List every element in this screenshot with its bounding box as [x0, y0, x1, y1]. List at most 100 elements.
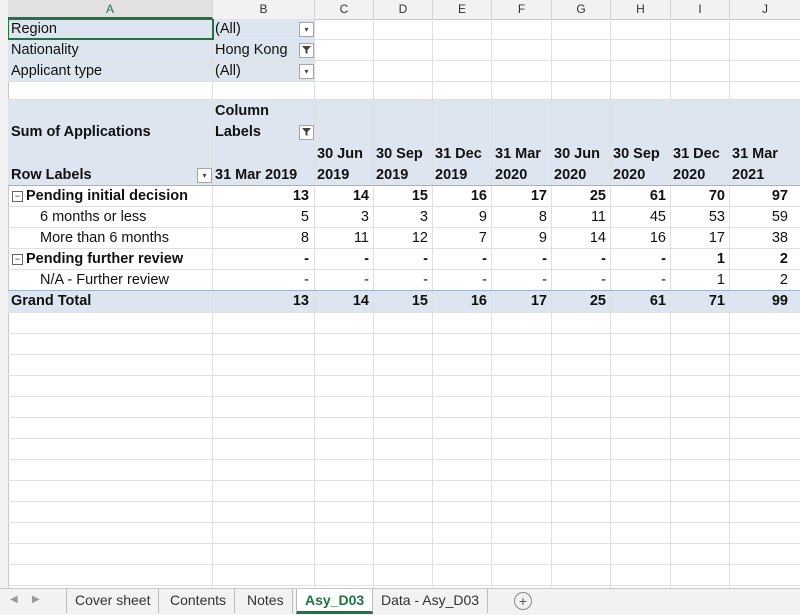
value-cell[interactable]: 16 — [611, 228, 666, 248]
value-cell[interactable]: 9 — [433, 207, 487, 227]
column-labels-filter-button[interactable] — [299, 125, 314, 140]
value-cell[interactable]: 8 — [492, 207, 547, 227]
column-header-g[interactable]: G — [552, 0, 611, 19]
column-header-h[interactable]: H — [611, 0, 671, 19]
grand-total-label: Grand Total — [11, 293, 92, 309]
value-cell[interactable]: 11 — [315, 228, 369, 248]
value-cell[interactable]: 38 — [730, 228, 788, 248]
period-header-4-top: 31 Dec — [435, 146, 482, 162]
scroll-tabs-left-icon[interactable]: ◀ — [10, 594, 18, 605]
value-cell[interactable]: 61 — [611, 186, 666, 206]
column-labels-line2: Labels — [215, 124, 261, 140]
row-label-group[interactable]: − Pending initial decision — [12, 186, 188, 206]
filter-label-nationality: Nationality — [11, 42, 79, 58]
value-cell[interactable]: - — [611, 249, 666, 269]
value-cell[interactable]: - — [552, 249, 606, 269]
filter-value-region[interactable]: (All) — [215, 19, 241, 39]
value-cell[interactable]: 3 — [374, 207, 428, 227]
grand-total-cell[interactable]: 17 — [492, 291, 547, 311]
row-label-item: 6 months or less — [40, 209, 147, 225]
value-cell[interactable]: - — [315, 249, 369, 269]
value-cell[interactable]: 16 — [433, 186, 487, 206]
value-cell[interactable]: 7 — [433, 228, 487, 248]
value-cell[interactable]: 8 — [213, 228, 309, 248]
value-cell[interactable]: 3 — [315, 207, 369, 227]
value-cell[interactable]: 17 — [671, 228, 725, 248]
row-label-item: N/A - Further review — [40, 272, 169, 288]
value-cell[interactable]: - — [374, 270, 428, 290]
tab-asy-d03[interactable]: Asy_D03 — [296, 589, 374, 614]
value-cell[interactable]: 1 — [671, 270, 725, 290]
column-header-a[interactable]: A — [8, 0, 213, 19]
filter-value-applicant-type[interactable]: (All) — [215, 61, 241, 81]
column-header-i[interactable]: I — [671, 0, 730, 19]
dropdown-icon[interactable]: ▾ — [299, 22, 314, 37]
value-cell[interactable]: - — [492, 249, 547, 269]
value-cell[interactable]: 70 — [671, 186, 725, 206]
filter-value-nationality[interactable]: Hong Kong — [215, 40, 288, 60]
tab-data-asy-d03[interactable]: Data - Asy_D03 — [373, 589, 489, 613]
value-cell[interactable]: - — [433, 249, 487, 269]
value-cell[interactable]: - — [492, 270, 547, 290]
value-cell[interactable]: - — [213, 270, 309, 290]
period-header-2-top: 30 Jun — [317, 146, 363, 162]
dropdown-icon[interactable]: ▾ — [299, 64, 314, 79]
column-header-e[interactable]: E — [433, 0, 492, 19]
grand-total-cell[interactable]: 61 — [611, 291, 666, 311]
collapse-icon[interactable]: − — [12, 191, 23, 202]
value-cell[interactable]: - — [433, 270, 487, 290]
grand-total-cell[interactable]: 13 — [213, 291, 309, 311]
value-cell[interactable]: 2 — [730, 270, 788, 290]
grand-total-cell[interactable]: 16 — [433, 291, 487, 311]
grand-total-cell[interactable]: 99 — [730, 291, 788, 311]
period-header-5-top: 31 Mar — [495, 146, 541, 162]
period-header-2-bottom: 2019 — [317, 167, 350, 183]
filter-icon[interactable] — [299, 43, 314, 58]
collapse-icon[interactable]: − — [12, 254, 23, 265]
value-cell[interactable]: 53 — [671, 207, 725, 227]
tab-cover-sheet[interactable]: Cover sheet — [66, 589, 160, 613]
grand-total-cell[interactable]: 15 — [374, 291, 428, 311]
value-cell[interactable]: 45 — [611, 207, 666, 227]
value-cell[interactable]: 11 — [552, 207, 606, 227]
tab-notes[interactable]: Notes — [239, 589, 293, 613]
value-cell[interactable]: 59 — [730, 207, 788, 227]
row-label-group[interactable]: − Pending further review — [12, 249, 183, 269]
pivot-values-label: Sum of Applications — [11, 124, 151, 140]
value-cell[interactable]: - — [315, 270, 369, 290]
value-cell[interactable]: 13 — [213, 186, 309, 206]
column-header-b[interactable]: B — [213, 0, 315, 19]
scroll-tabs-right-icon[interactable]: ▶ — [32, 594, 40, 605]
value-cell[interactable]: 12 — [374, 228, 428, 248]
value-cell[interactable]: 17 — [492, 186, 547, 206]
period-header-6-bottom: 2020 — [554, 167, 587, 183]
value-cell[interactable]: 14 — [552, 228, 606, 248]
period-header-1: 31 Mar 2019 — [215, 167, 298, 183]
row-labels-dropdown-button[interactable]: ▾ — [197, 168, 212, 183]
value-cell[interactable]: 15 — [374, 186, 428, 206]
value-cell[interactable]: 14 — [315, 186, 369, 206]
column-header-d[interactable]: D — [374, 0, 433, 19]
value-cell[interactable]: - — [374, 249, 428, 269]
value-cell[interactable]: 2 — [730, 249, 788, 269]
value-cell[interactable]: - — [611, 270, 666, 290]
grand-total-cell[interactable]: 14 — [315, 291, 369, 311]
period-header-4-bottom: 2019 — [435, 167, 468, 183]
value-cell[interactable]: 97 — [730, 186, 788, 206]
value-cell[interactable]: - — [213, 249, 309, 269]
value-cell[interactable]: 5 — [213, 207, 309, 227]
column-header-f[interactable]: F — [492, 0, 552, 19]
value-cell[interactable]: 9 — [492, 228, 547, 248]
column-header-j[interactable]: J — [730, 0, 800, 19]
grand-total-cell[interactable]: 25 — [552, 291, 606, 311]
sheet-tab-bar: ◀ ▶ Cover sheet Contents Notes Asy_D03 D… — [0, 588, 800, 615]
value-cell[interactable]: 25 — [552, 186, 606, 206]
tab-contents[interactable]: Contents — [162, 589, 236, 613]
value-cell[interactable]: - — [552, 270, 606, 290]
add-sheet-icon[interactable]: + — [514, 592, 532, 610]
grand-total-cell[interactable]: 71 — [671, 291, 725, 311]
worksheet-grid[interactable]: Region (All) ▾ Nationality Hong Kong App… — [8, 19, 800, 588]
value-cell[interactable]: 1 — [671, 249, 725, 269]
column-header-c[interactable]: C — [315, 0, 374, 19]
period-header-7-top: 30 Sep — [613, 146, 660, 162]
